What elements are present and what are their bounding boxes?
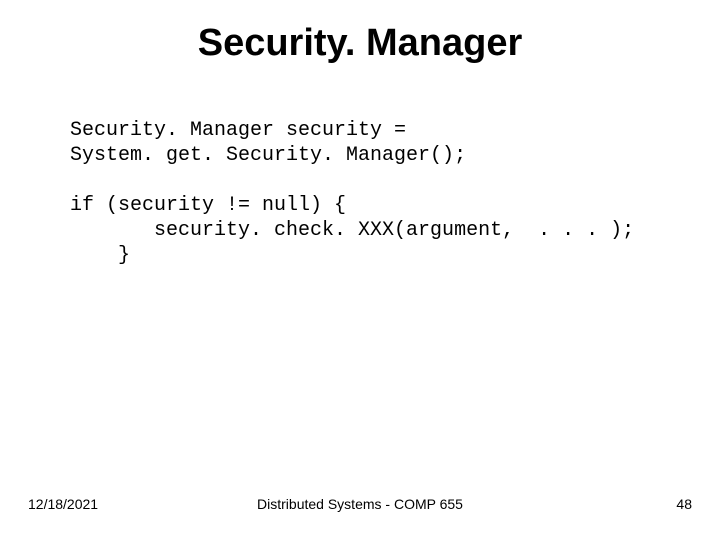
code-line-5: security. check. XXX(argument, . . . ); [70, 219, 634, 242]
code-line-2: System. get. Security. Manager(); [70, 144, 466, 167]
code-line-1: Security. Manager security = [70, 119, 406, 142]
code-line-4: if (security != null) { [70, 194, 346, 217]
footer-center: Distributed Systems - COMP 655 [0, 496, 720, 512]
slide-title: Security. Manager [0, 22, 720, 65]
slide: Security. Manager Security. Manager secu… [0, 0, 720, 540]
code-line-6: } [70, 244, 130, 267]
footer-page-number: 48 [676, 496, 692, 512]
code-block: Security. Manager security = System. get… [70, 118, 660, 268]
